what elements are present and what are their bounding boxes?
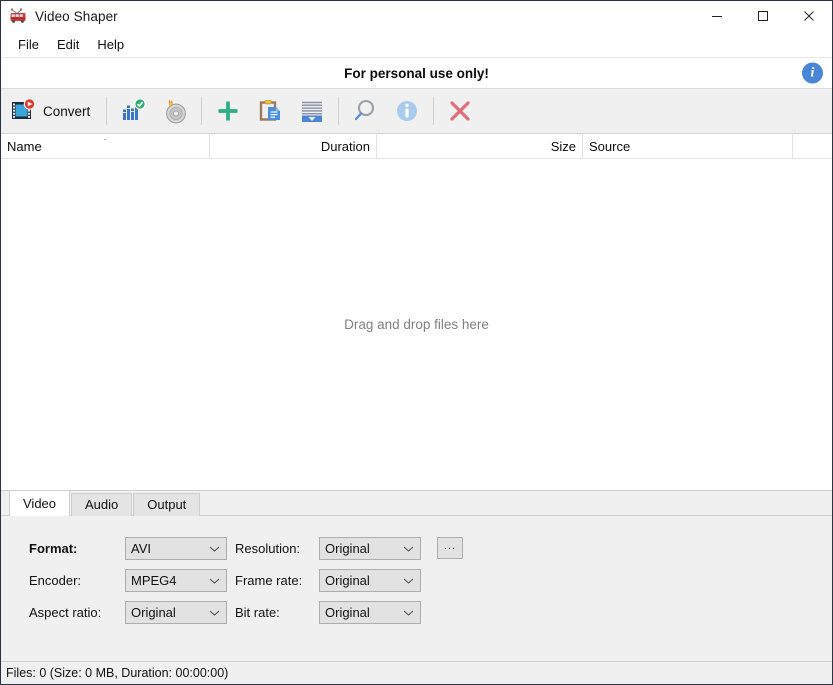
frame-rate-label: Frame rate: [235,572,303,588]
menu-file[interactable]: File [9,34,48,55]
video-camera-icon [9,7,27,25]
column-header-spacer[interactable] [793,134,832,158]
chevron-down-icon [403,541,414,556]
column-label-size: Size [550,138,576,154]
burn-disc-icon [161,97,189,125]
column-label-duration: Duration [320,138,370,154]
file-list-area[interactable]: Drag and drop files here [1,159,832,490]
clipboard-paste-icon [256,97,284,125]
resolution-select[interactable]: Original [319,536,421,560]
title-bar: Video Shaper [1,1,832,31]
add-files-button[interactable] [207,91,249,131]
file-list-header: Name Duration Size Source [1,134,832,159]
resolution-value: Original [325,540,370,556]
bit-rate-label: Bit rate: [235,604,280,620]
menu-help[interactable]: Help [88,34,133,55]
red-x-icon [446,97,474,125]
toolbar-separator [201,97,203,125]
column-header-source[interactable]: Source [583,134,793,158]
aspect-ratio-label: Aspect ratio: [29,604,102,620]
close-button[interactable] [786,1,832,31]
magnifier-icon [351,97,379,125]
column-header-size[interactable]: Size [377,134,583,158]
status-bar: Files: 0 (Size: 0 MB, Duration: 00:00:00… [1,661,832,684]
tab-output[interactable]: Output [133,493,201,516]
personal-use-banner: For personal use only! i [1,58,832,89]
column-label-source: Source [589,138,631,154]
film-convert-icon [8,97,36,125]
sort-ascending-icon [100,133,110,140]
tab-audio[interactable]: Audio [71,493,133,516]
chevron-down-icon [403,573,414,588]
maximize-button[interactable] [740,1,786,31]
app-window: Video Shaper File Edit Help For personal… [0,0,833,685]
window-controls [694,1,832,31]
plus-icon [214,97,242,125]
encoder-value: MPEG4 [131,572,177,588]
chevron-down-icon [209,573,220,588]
menu-bar: File Edit Help [1,31,832,58]
column-header-duration[interactable]: Duration [210,134,377,158]
extract-audio-button[interactable] [112,91,154,131]
chevron-down-icon [209,541,220,556]
convert-button[interactable]: Convert [1,91,101,131]
format-label: Format: [29,540,78,556]
search-button[interactable] [344,91,386,131]
status-text: Files: 0 (Size: 0 MB, Duration: 00:00:00… [6,666,229,680]
burn-disc-button[interactable] [154,91,196,131]
settings-tabstrip: Video Audio Output [1,490,832,516]
aspect-ratio-value: Original [131,604,176,620]
toolbar-separator [338,97,340,125]
list-options-button[interactable] [291,91,333,131]
paste-button[interactable] [249,91,291,131]
info-circle-icon [393,97,421,125]
video-settings-body: Format: AVI Resolution: Original ... Enc [1,516,832,661]
menu-edit[interactable]: Edit [48,34,88,55]
window-title: Video Shaper [35,8,118,24]
column-label-name: Name [7,138,42,154]
chevron-down-icon [403,605,414,620]
resolution-browse-button[interactable]: ... [437,537,463,559]
aspect-ratio-select[interactable]: Original [125,600,227,624]
toolbar-separator [106,97,108,125]
banner-text: For personal use only! [344,65,489,81]
bit-rate-select[interactable]: Original [319,600,421,624]
list-dropdown-icon [298,97,326,125]
column-header-name[interactable]: Name [1,134,210,158]
chevron-down-icon [209,605,220,620]
tab-video[interactable]: Video [9,490,71,516]
encoder-label: Encoder: [29,572,82,588]
format-value: AVI [131,540,151,556]
frame-rate-value: Original [325,572,370,588]
toolbar-separator [433,97,435,125]
convert-label: Convert [43,103,91,119]
remove-button[interactable] [439,91,481,131]
resolution-label: Resolution: [235,540,301,556]
minimize-button[interactable] [694,1,740,31]
audio-equalizer-icon [119,97,147,125]
info-button[interactable] [386,91,428,131]
info-icon[interactable]: i [802,62,823,84]
video-settings-grid: Format: AVI Resolution: Original ... Enc [29,532,832,628]
toolbar: Convert [1,89,832,134]
settings-panel: Video Audio Output Format: AVI Resolutio… [1,490,832,661]
frame-rate-select[interactable]: Original [319,568,421,592]
bit-rate-value: Original [325,604,370,620]
format-select[interactable]: AVI [125,536,227,560]
encoder-select[interactable]: MPEG4 [125,568,227,592]
drop-hint-text: Drag and drop files here [344,317,489,332]
